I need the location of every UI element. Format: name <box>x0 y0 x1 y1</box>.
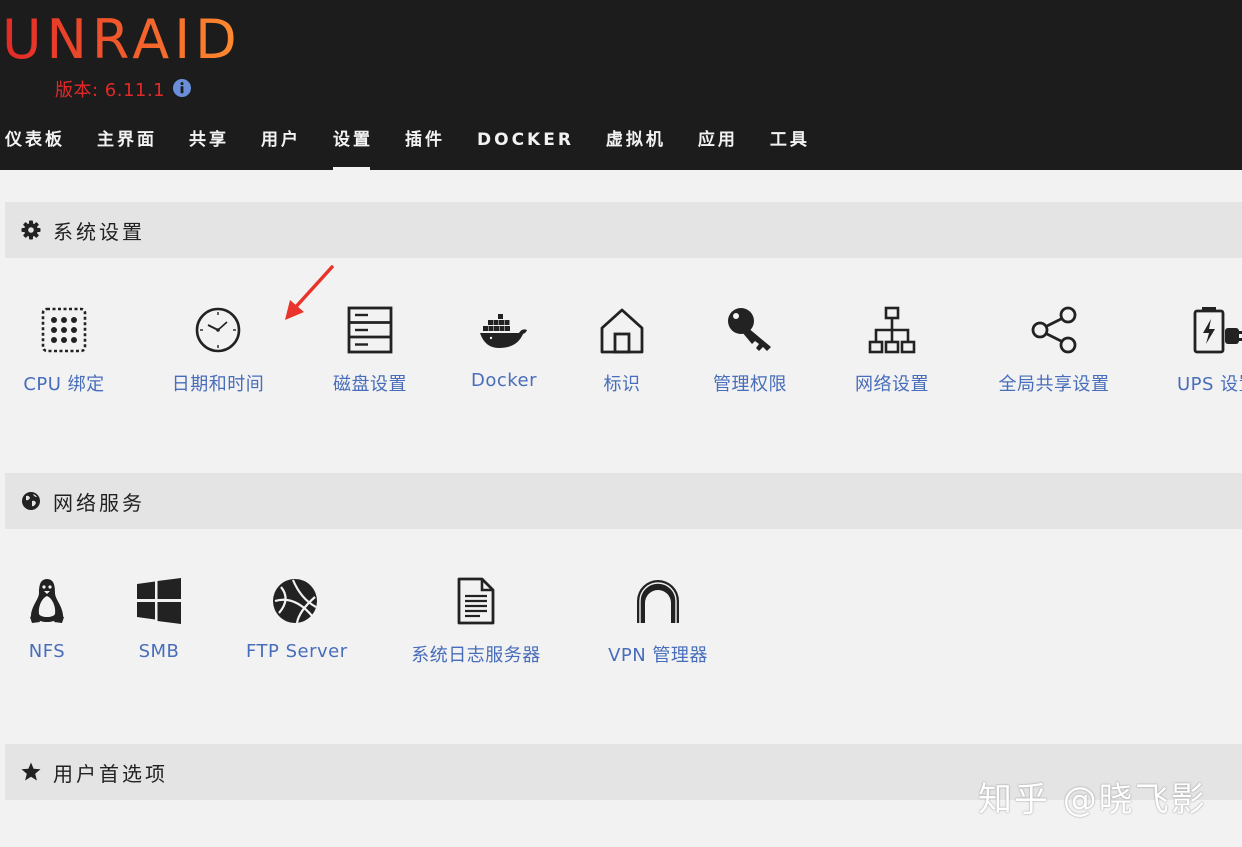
section-title: 网络服务 <box>53 491 145 515</box>
tile-label: Docker <box>470 370 538 391</box>
tile-nfs[interactable]: NFS <box>18 577 76 662</box>
nav-vms[interactable]: 虚拟机 <box>590 126 682 166</box>
globe-icon <box>22 492 40 510</box>
tile-management-access[interactable]: 管理权限 <box>706 306 794 396</box>
star-icon <box>21 762 41 781</box>
nav-apps[interactable]: 应用 <box>682 126 754 166</box>
tile-label: VPN 管理器 <box>608 645 708 666</box>
section-title: 用户首选项 <box>53 762 168 786</box>
nav-plugins[interactable]: 插件 <box>389 126 461 166</box>
tile-date-time[interactable]: 日期和时间 <box>166 306 270 396</box>
unraid-logo[interactable]: UNRAID <box>2 8 242 72</box>
battery-icon <box>1193 307 1242 354</box>
linux-icon <box>30 579 64 623</box>
tile-label: 日期和时间 <box>171 374 265 395</box>
docker-icon <box>480 314 527 348</box>
tile-syslog-server[interactable]: 系统日志服务器 <box>404 577 548 667</box>
sitemap-icon <box>868 306 916 354</box>
ftp-globe-icon <box>273 579 317 624</box>
tile-global-share-settings[interactable]: 全局共享设置 <box>990 306 1118 396</box>
main-nav: 仪表板 主界面 共享 用户 设置 插件 DOCKER 虚拟机 应用 工具 <box>0 126 826 170</box>
tile-label: 系统日志服务器 <box>411 645 541 666</box>
tile-label: CPU 绑定 <box>23 374 105 395</box>
nav-main[interactable]: 主界面 <box>81 126 173 166</box>
tunnel-icon <box>637 580 679 623</box>
section-network-services: 网络服务 <box>5 473 1242 529</box>
tile-cpu-pinning[interactable]: CPU 绑定 <box>18 306 110 396</box>
document-icon <box>457 577 495 625</box>
nav-tools[interactable]: 工具 <box>754 126 826 166</box>
tile-ftp-server[interactable]: FTP Server <box>246 577 348 662</box>
nav-users[interactable]: 用户 <box>245 126 317 166</box>
tile-label: NFS <box>28 641 66 662</box>
tile-label: 标识 <box>603 374 641 395</box>
cpu-icon <box>41 307 87 353</box>
version-label: 版本: 6.11.1 <box>55 80 166 101</box>
red-arrow-annotation <box>285 265 334 320</box>
tile-label: 管理权限 <box>713 374 787 395</box>
section-system-settings: 系统设置 <box>5 202 1242 258</box>
tile-label: 网络设置 <box>855 374 929 395</box>
nav-docker[interactable]: DOCKER <box>461 126 590 166</box>
key-icon <box>728 308 771 351</box>
nav-dashboard[interactable]: 仪表板 <box>0 126 81 166</box>
tile-identification[interactable]: 标识 <box>592 306 652 396</box>
server-icon <box>347 306 393 354</box>
gear-icon <box>21 220 41 240</box>
tile-label: FTP Server <box>246 641 348 662</box>
top-header: UNRAID 版本: 6.11.1 仪表板 主界面 共享 用户 设置 插件 DO… <box>0 0 1242 170</box>
section-title: 系统设置 <box>53 220 145 244</box>
tile-label: 磁盘设置 <box>333 374 407 395</box>
share-icon <box>1031 306 1077 354</box>
tile-network-settings[interactable]: 网络设置 <box>848 306 936 396</box>
tile-smb[interactable]: SMB <box>130 577 188 662</box>
tile-label: 全局共享设置 <box>998 374 1110 395</box>
windows-icon <box>137 578 181 624</box>
info-icon[interactable] <box>173 79 191 97</box>
tile-docker[interactable]: Docker <box>466 306 542 391</box>
tile-label: SMB <box>138 641 180 662</box>
clock-icon <box>195 307 241 353</box>
tile-ups-settings[interactable]: UPS 设置 <box>1170 306 1242 396</box>
nav-shares[interactable]: 共享 <box>173 126 245 166</box>
home-icon <box>600 308 644 354</box>
watermark: 知乎 @晓飞影 <box>978 780 1207 820</box>
tile-vpn-manager[interactable]: VPN 管理器 <box>604 577 712 667</box>
nav-settings[interactable]: 设置 <box>317 126 389 170</box>
tile-label: UPS 设置 <box>1177 374 1242 395</box>
